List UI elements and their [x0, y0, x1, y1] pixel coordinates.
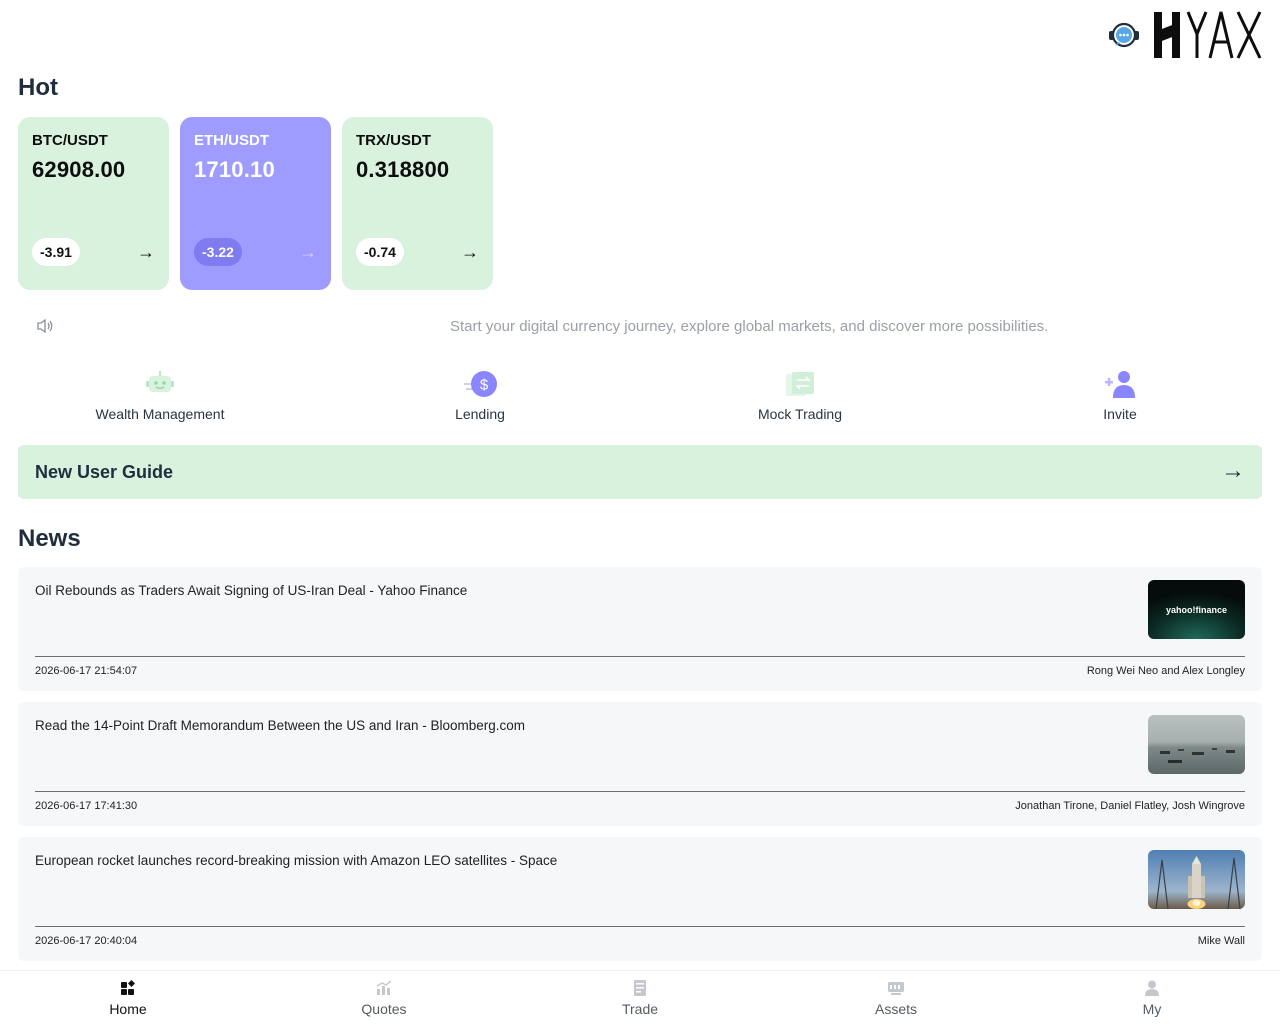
ticker-card-trx[interactable]: TRX/USDT 0.318800 -0.74 → — [342, 117, 493, 290]
feature-invite[interactable]: Invite — [1020, 366, 1220, 422]
feature-wealth-management[interactable]: Wealth Management — [60, 366, 260, 422]
tab-label: Home — [109, 1001, 147, 1017]
tab-my[interactable]: My — [1092, 979, 1212, 1017]
notice-marquee-text: Start your digital currency journey, exp… — [450, 318, 1049, 335]
ticker-pair: TRX/USDT — [356, 132, 431, 149]
news-divider — [35, 656, 1245, 657]
feature-label: Wealth Management — [95, 406, 225, 422]
feature-label: Lending — [455, 406, 505, 422]
exchange-card-icon — [786, 372, 814, 396]
new-user-guide-banner[interactable]: New User Guide → — [18, 445, 1262, 499]
user-icon — [1145, 980, 1159, 996]
tab-home[interactable]: Home — [68, 979, 188, 1017]
chart-icon — [376, 980, 392, 995]
feature-label: Mock Trading — [757, 406, 843, 422]
news-date: 2026-06-17 21:54:07 — [35, 665, 138, 677]
arrow-right-icon[interactable]: → — [299, 242, 317, 263]
wallet-icon — [888, 982, 904, 995]
arrow-right-icon[interactable]: → — [137, 242, 155, 263]
ticker-change-badge: -0.74 — [356, 238, 404, 266]
news-thumbnail: yahoo!finance — [1148, 580, 1245, 639]
news-date: 2026-06-17 20:40:04 — [35, 935, 138, 947]
news-divider — [35, 791, 1245, 792]
arrow-right-icon: → — [1221, 457, 1245, 484]
ticker-price: 1710.10 — [194, 157, 275, 182]
news-thumbnail — [1148, 715, 1245, 774]
ticker-card-btc[interactable]: BTC/USDT 62908.00 -3.91 → — [18, 117, 169, 290]
ticker-card-eth[interactable]: ETH/USDT 1710.10 -3.22 → — [180, 117, 331, 290]
tab-assets[interactable]: Assets — [836, 979, 956, 1017]
tab-quotes[interactable]: Quotes — [324, 979, 444, 1017]
tab-trade[interactable]: Trade — [580, 979, 700, 1017]
ticker-price: 62908.00 — [32, 157, 126, 182]
news-author: Mike Wall — [1197, 935, 1245, 947]
news-date: 2026-06-17 17:41:30 — [35, 800, 138, 812]
feature-label: Invite — [1103, 406, 1137, 422]
tab-label: My — [1142, 1001, 1162, 1017]
ticker-change-badge: -3.91 — [32, 238, 80, 266]
feature-lending[interactable]: $ Lending — [380, 366, 580, 422]
news-title: Oil Rebounds as Traders Await Signing of… — [35, 583, 468, 598]
tab-label: Quotes — [361, 1001, 407, 1017]
guide-label: New User Guide — [35, 462, 174, 482]
ticker-pair: BTC/USDT — [32, 132, 108, 149]
news-item[interactable]: Read the 14-Point Draft Memorandum Betwe… — [18, 702, 1262, 826]
arrow-right-icon[interactable]: → — [461, 242, 479, 263]
hot-section-title: Hot — [18, 74, 58, 101]
ticker-change-badge: -3.22 — [194, 238, 242, 266]
top-bar — [0, 0, 1280, 70]
news-author: Jonathan Tirone, Daniel Flatley, Josh Wi… — [1015, 800, 1245, 812]
dollar-coin-icon: $ — [464, 371, 497, 397]
home-grid-icon — [121, 980, 135, 995]
feature-shortcuts: Wealth Management $ Lending Mock Trading… — [0, 366, 1280, 426]
svg-text:$: $ — [480, 377, 489, 394]
speaker-icon — [37, 318, 53, 334]
feature-mock-trading[interactable]: Mock Trading — [700, 366, 900, 422]
tab-label: Trade — [621, 1001, 659, 1017]
robot-icon — [146, 371, 174, 392]
news-item[interactable]: European rocket launches record-breaking… — [18, 837, 1262, 961]
news-divider — [35, 926, 1245, 927]
news-section-title: News — [18, 525, 81, 552]
thumbnail-brand-text: yahoo!finance — [1166, 605, 1227, 615]
news-item[interactable]: Oil Rebounds as Traders Await Signing of… — [18, 567, 1262, 691]
news-author: Rong Wei Neo and Alex Longley — [1086, 665, 1245, 677]
news-title: European rocket launches record-breaking… — [35, 853, 558, 868]
ticker-price: 0.318800 — [356, 157, 450, 182]
news-list: Oil Rebounds as Traders Await Signing of… — [18, 567, 1262, 972]
trade-document-icon — [634, 980, 646, 996]
ticker-pair: ETH/USDT — [194, 132, 269, 149]
news-thumbnail — [1148, 850, 1245, 909]
customer-support-headset-icon[interactable] — [1106, 18, 1142, 52]
add-user-icon — [1105, 371, 1135, 398]
bottom-nav: Home Quotes Trade Assets My — [0, 970, 1280, 1024]
hot-cards: BTC/USDT 62908.00 -3.91 → ETH/USDT 1710.… — [18, 117, 493, 290]
logo — [1154, 11, 1262, 59]
tab-label: Assets — [874, 1001, 917, 1017]
news-title: Read the 14-Point Draft Memorandum Betwe… — [35, 718, 525, 733]
